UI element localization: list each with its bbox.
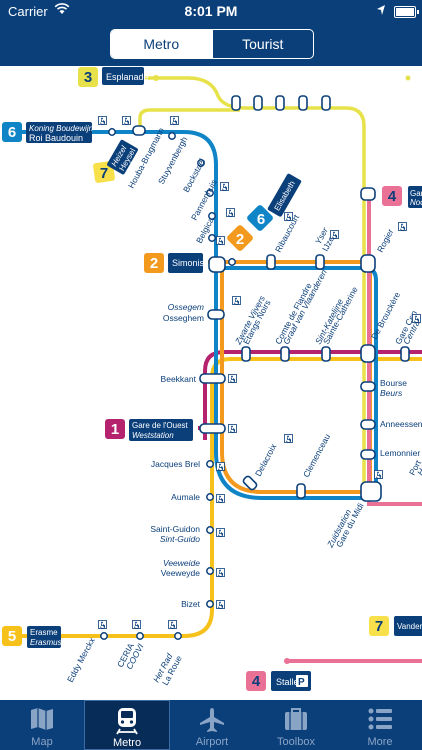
- tab-toolbox[interactable]: Toolbox: [254, 700, 338, 750]
- svg-text:Sint-Guido: Sint-Guido: [160, 534, 200, 544]
- svg-text:Eddy Merckx: Eddy Merckx: [65, 635, 97, 684]
- top-bar: Carrier 8:01 PM Metro Tourist: [0, 0, 422, 66]
- location-arrow-icon: [377, 5, 385, 15]
- metro-map[interactable]: 3 6 7 2 6 2 4 1 5 7 4 Esplanade Koning B…: [0, 66, 422, 700]
- map-icon: [31, 708, 53, 730]
- svg-text:5: 5: [8, 628, 16, 645]
- svg-text:Erasme: Erasme: [30, 628, 58, 637]
- svg-text:Delacroix: Delacroix: [253, 441, 279, 478]
- status-bar: Carrier 8:01 PM: [0, 0, 422, 22]
- svg-text:Osseghem: Osseghem: [163, 313, 204, 323]
- svg-text:Ossegem: Ossegem: [168, 302, 204, 312]
- tab-metro[interactable]: Metro: [84, 700, 170, 750]
- svg-text:Noo: Noo: [410, 198, 422, 207]
- battery-icon: [394, 6, 419, 18]
- clock: 8:01 PM: [184, 3, 238, 19]
- svg-text:Bizet: Bizet: [181, 599, 201, 609]
- svg-text:Gar: Gar: [410, 189, 422, 198]
- svg-text:Roi Baudouin: Roi Baudouin: [29, 133, 83, 143]
- svg-text:Beurs: Beurs: [380, 388, 403, 398]
- svg-text:Anneessens: Anneessens: [380, 419, 422, 429]
- svg-text:Vander: Vander: [397, 622, 422, 631]
- svg-text:4: 4: [388, 188, 397, 205]
- svg-text:Erasmus: Erasmus: [30, 638, 62, 647]
- metro-map-canvas[interactable]: 3 6 7 2 6 2 4 1 5 7 4 Esplanade Koning B…: [0, 66, 422, 700]
- svg-text:2: 2: [150, 255, 158, 272]
- list-more-icon: [368, 708, 392, 730]
- svg-text:Esplanade: Esplanade: [106, 72, 149, 82]
- svg-text:Aumale: Aumale: [171, 492, 200, 502]
- segment-metro[interactable]: Metro: [111, 30, 212, 58]
- svg-text:Veeweyde: Veeweyde: [161, 568, 200, 578]
- tab-more[interactable]: More: [338, 700, 422, 750]
- tab-bar: Map Metro Airport Toolbox More: [0, 700, 422, 750]
- svg-text:6: 6: [257, 211, 265, 228]
- svg-text:Weststation: Weststation: [132, 431, 174, 440]
- tab-airport[interactable]: Airport: [170, 700, 254, 750]
- svg-text:1: 1: [111, 421, 119, 438]
- svg-text:6: 6: [8, 124, 16, 141]
- svg-text:Veeweide: Veeweide: [163, 558, 200, 568]
- svg-text:7: 7: [100, 165, 108, 182]
- svg-text:Clemenceau: Clemenceau: [301, 432, 332, 479]
- metro-train-icon: [116, 708, 138, 735]
- view-segmented-control[interactable]: Metro Tourist: [110, 29, 314, 59]
- svg-text:3: 3: [84, 69, 92, 86]
- svg-text:Stalle: Stalle: [276, 677, 299, 687]
- svg-text:Gare de l'Ouest: Gare de l'Ouest: [132, 421, 189, 430]
- svg-text:Rogier: Rogier: [375, 227, 396, 254]
- svg-text:7: 7: [375, 618, 383, 635]
- toolbox-icon: [285, 708, 307, 730]
- svg-text:4: 4: [252, 673, 261, 690]
- svg-text:Simonis: Simonis: [172, 258, 205, 268]
- svg-text:Bourse: Bourse: [380, 378, 407, 388]
- tab-map[interactable]: Map: [0, 700, 84, 750]
- parking-icon: P: [298, 677, 305, 688]
- svg-text:Saint-Guidon: Saint-Guidon: [150, 524, 200, 534]
- svg-text:Beekkant: Beekkant: [161, 374, 197, 384]
- svg-text:Koning Boudewijn: Koning Boudewijn: [29, 124, 94, 133]
- svg-text:Jacques Brel: Jacques Brel: [151, 459, 200, 469]
- svg-text:Stuyvenbergh: Stuyvenbergh: [156, 135, 190, 186]
- line-4: [284, 195, 422, 664]
- airplane-icon: [200, 708, 224, 732]
- segment-tourist[interactable]: Tourist: [211, 30, 314, 58]
- svg-text:Lemonnier: Lemonnier: [380, 448, 420, 458]
- svg-text:2: 2: [236, 231, 244, 248]
